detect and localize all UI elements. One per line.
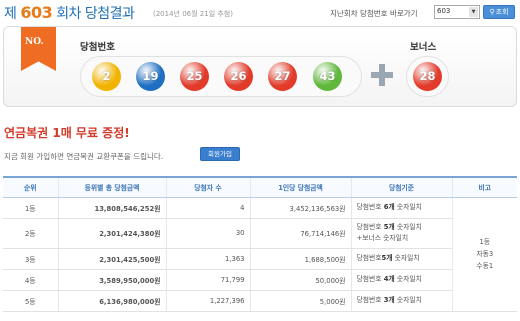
rank-cell: 3등: [3, 248, 58, 270]
winners-cell: 30: [165, 218, 250, 249]
search-button[interactable]: ⚲조회: [483, 5, 515, 19]
col-header-per-person: 1인당 당첨금액: [249, 176, 351, 198]
criteria-bonus: +보너스 숫자일치: [356, 234, 409, 242]
search-icon: ⚲: [489, 8, 495, 16]
promo-description: 지금 회원 가입하면 연금복권 교환쿠폰을 드립니다.: [4, 152, 164, 161]
per-person-cell: 50,000원: [249, 269, 351, 291]
winning-ball: 27: [268, 62, 297, 91]
result-header: 제 603 회차 당첨결과 (2014년 06월 21일 추첨) 지난회차 당첨…: [0, 0, 520, 26]
winning-numbers-panel: NO. 당첨번호 보너스 2 19 25 26 27 43 28: [3, 26, 517, 107]
table-row: 1등 13,808,546,252원 4 3,452,136,563원 당첨번호 6개 …: [3, 197, 517, 312]
criteria-prefix: 당첨번호: [356, 296, 384, 304]
criteria-cell: 당첨번호 4개 숫자일치: [350, 269, 452, 291]
winning-balls-container: 2 19 25 26 27 43: [80, 56, 362, 97]
criteria-suffix: 숫자일치: [394, 275, 422, 283]
winning-ball: 43: [313, 62, 342, 91]
winning-ball-number: 43: [319, 69, 336, 83]
page-title: 제 603 회차 당첨결과: [4, 3, 135, 23]
note-cell: 1등자동3 수동1: [451, 197, 517, 312]
winning-ball: 25: [180, 62, 209, 91]
prize-table: 순위 등위별 총 당첨금액 당첨자 수 1인당 당첨금액 당첨기준 비고 1등 1…: [3, 176, 517, 312]
draw-select-value: 603: [437, 7, 451, 15]
winning-ball: 2: [92, 62, 121, 91]
ribbon-label: NO.: [25, 37, 44, 47]
promo-title: 연금복권 1매 무료 증정!: [4, 126, 130, 140]
criteria-count: 4개: [383, 275, 395, 283]
per-person-cell: 3,452,136,563원: [249, 197, 351, 219]
col-header-total: 등위별 총 당첨금액: [57, 176, 166, 198]
draw-number: 603: [20, 3, 53, 22]
criteria-cell: 당첨번호 5개 숫자일치 +보너스 숫자일치: [350, 218, 452, 249]
criteria-cell: 당첨번호5개 숫자일치: [350, 248, 452, 270]
criteria-count: 3개: [383, 296, 395, 304]
bonus-ball: 28: [413, 62, 442, 91]
winning-numbers-label: 당첨번호: [80, 42, 115, 53]
table-row: 4등 3,589,950,000원 71,799 50,000원 당첨번호 4개 숫자일…: [3, 269, 517, 291]
per-person-cell: 5,000원: [249, 290, 351, 312]
winning-ball-number: 19: [142, 69, 159, 83]
note-line: 자동3: [476, 250, 494, 258]
criteria-cell: 당첨번호 6개 숫자일치: [350, 197, 452, 219]
col-header-note: 비고: [451, 176, 517, 198]
rank-cell: 4등: [3, 269, 58, 291]
criteria-count: 5개: [383, 223, 395, 231]
winners-cell: 4: [165, 197, 250, 219]
draw-select[interactable]: 603 ▼: [434, 5, 480, 19]
chevron-down-icon: ▼: [469, 7, 478, 17]
bonus-label: 보너스: [410, 42, 437, 53]
col-header-winners: 당첨자 수: [165, 176, 250, 198]
title-prefix: 제: [4, 6, 17, 22]
criteria-prefix: 당첨번호: [356, 203, 384, 211]
criteria-count: 6개: [383, 203, 395, 211]
criteria-suffix: 숫자일치: [394, 223, 422, 231]
criteria-prefix: 당첨번호: [356, 275, 384, 283]
criteria-cell: 당첨번호 3개 숫자일치: [350, 290, 452, 312]
bonus-ball-container: 28: [406, 56, 449, 97]
rank-cell: 5등: [3, 290, 58, 312]
rank-cell: 2등: [3, 218, 58, 249]
winning-ball-number: 26: [230, 69, 247, 83]
bonus-ball-number: 28: [419, 69, 436, 83]
note-line: 1등: [479, 238, 491, 246]
table-row: 5등 6,136,980,000원 1,227,396 5,000원 당첨번호 3개 숫…: [3, 290, 517, 312]
past-draw-label: 지난회차 당첨번호 바로가기: [330, 9, 418, 18]
total-prize-cell: 2,301,425,500원: [57, 248, 166, 270]
winners-cell: 71,799: [165, 269, 250, 291]
winning-ball-number: 2: [102, 69, 111, 83]
total-prize-cell: 6,136,980,000원: [57, 290, 166, 312]
draw-date: (2014년 06월 21일 추첨): [153, 10, 233, 18]
winners-cell: 1,227,396: [165, 290, 250, 312]
note-line: 수동1: [476, 262, 494, 270]
total-prize-cell: 13,808,546,252원: [57, 197, 166, 219]
winning-ball-number: 27: [274, 69, 291, 83]
total-prize-cell: 2,301,424,380원: [57, 218, 166, 249]
winning-ball: 19: [136, 62, 165, 91]
winning-ball-number: 25: [186, 69, 203, 83]
col-header-rank: 순위: [3, 176, 58, 198]
winners-cell: 1,363: [165, 248, 250, 270]
table-header-row: 순위 등위별 총 당첨금액 당첨자 수 1인당 당첨금액 당첨기준 비고: [3, 176, 517, 198]
search-button-label: 조회: [495, 8, 509, 16]
criteria-suffix: 숫자일치: [394, 203, 422, 211]
table-row: 2등 2,301,424,380원 30 76,714,146원 당첨번호 5개 숫자일…: [3, 218, 517, 249]
criteria-suffix: 숫자일치: [392, 254, 420, 262]
per-person-cell: 76,714,146원: [249, 218, 351, 249]
total-prize-cell: 3,589,950,000원: [57, 269, 166, 291]
plus-icon: [371, 64, 393, 86]
per-person-cell: 1,688,500원: [249, 248, 351, 270]
criteria-prefix: 당첨번호: [356, 254, 382, 262]
title-suffix: 회차 당첨결과: [56, 6, 135, 22]
rank-cell: 1등: [3, 197, 58, 219]
number-ribbon-icon: NO.: [21, 27, 56, 71]
table-row: 3등 2,301,425,500원 1,363 1,688,500원 당첨번호5개 숫자…: [3, 248, 517, 270]
winning-ball: 26: [224, 62, 253, 91]
signup-button[interactable]: 회원가입: [200, 147, 240, 161]
criteria-suffix: 숫자일치: [394, 296, 422, 304]
criteria-prefix: 당첨번호: [356, 223, 384, 231]
col-header-criteria: 당첨기준: [350, 176, 452, 198]
criteria-count: 5개: [381, 254, 393, 262]
